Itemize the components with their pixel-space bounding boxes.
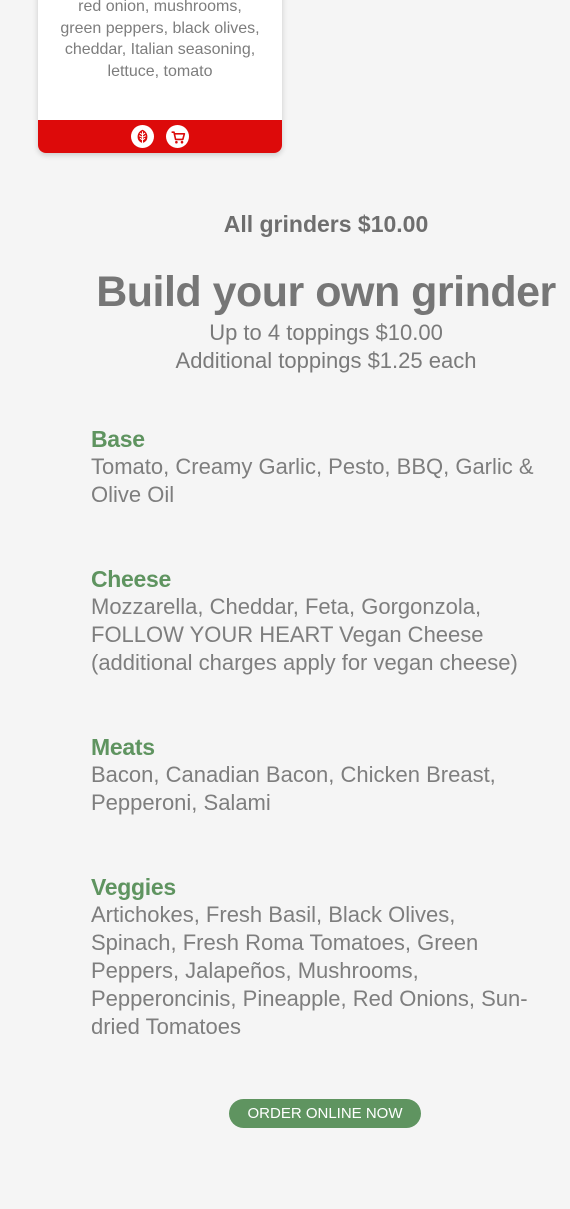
toppings-price: Up to 4 toppings $10.00: [209, 320, 443, 345]
section-heading: Meats: [91, 734, 155, 760]
order-online-button[interactable]: ORDER ONLINE NOW: [229, 1099, 421, 1128]
card-footer: [38, 120, 282, 153]
section-heading: Veggies: [91, 874, 176, 900]
page-title: Build your own grinder: [96, 268, 556, 316]
card-ingredients: red onion, mushrooms, green peppers, bla…: [46, 0, 274, 82]
section-heading: Base: [91, 426, 145, 452]
ingredients-line: green peppers, black olives,: [60, 19, 260, 37]
section-line: FOLLOW YOUR HEART Vegan Cheese: [91, 622, 484, 647]
section-veggies: Veggies Artichokes, Fresh Basil, Black O…: [91, 873, 561, 1041]
veggie-leaf-icon[interactable]: [131, 125, 154, 148]
section-cheese: Cheese Mozzarella, Cheddar, Feta, Gorgon…: [91, 565, 561, 677]
section-line: Peppers, Jalapeños, Mushrooms,: [91, 958, 419, 983]
ingredients-line: cheddar, Italian seasoning,: [64, 41, 256, 58]
section-line: Tomato, Creamy Garlic, Pesto, BBQ, Garli…: [91, 454, 534, 479]
additional-toppings-price: Additional toppings $1.25 each: [175, 348, 477, 373]
section-line: Olive Oil: [91, 482, 175, 507]
section-line: (additional charges apply for vegan chee…: [91, 650, 518, 675]
section-meats: Meats Bacon, Canadian Bacon, Chicken Bre…: [91, 733, 561, 817]
section-line: dried Tomatoes: [91, 1014, 242, 1039]
section-line: Pepperoni, Salami: [91, 790, 271, 815]
section-line: Pepperoncinis, Pineapple, Red Onions, Su…: [91, 986, 528, 1011]
section-base: Base Tomato, Creamy Garlic, Pesto, BBQ, …: [91, 425, 561, 509]
ingredients-line: red onion, mushrooms,: [78, 0, 242, 15]
ingredients-line: lettuce, tomato: [107, 62, 213, 80]
section-line: Mozzarella, Cheddar, Feta, Gorgonzola,: [91, 594, 482, 619]
section-heading: Cheese: [91, 566, 172, 592]
cart-icon[interactable]: [166, 125, 189, 148]
menu-item-card: red onion, mushrooms, green peppers, bla…: [38, 0, 282, 153]
section-line: Artichokes, Fresh Basil, Black Olives,: [91, 902, 456, 927]
all-grinders-price: All grinders $10.00: [223, 211, 429, 237]
section-line: Bacon, Canadian Bacon, Chicken Breast,: [91, 762, 496, 787]
section-line: Spinach, Fresh Roma Tomatoes, Green: [91, 930, 479, 955]
